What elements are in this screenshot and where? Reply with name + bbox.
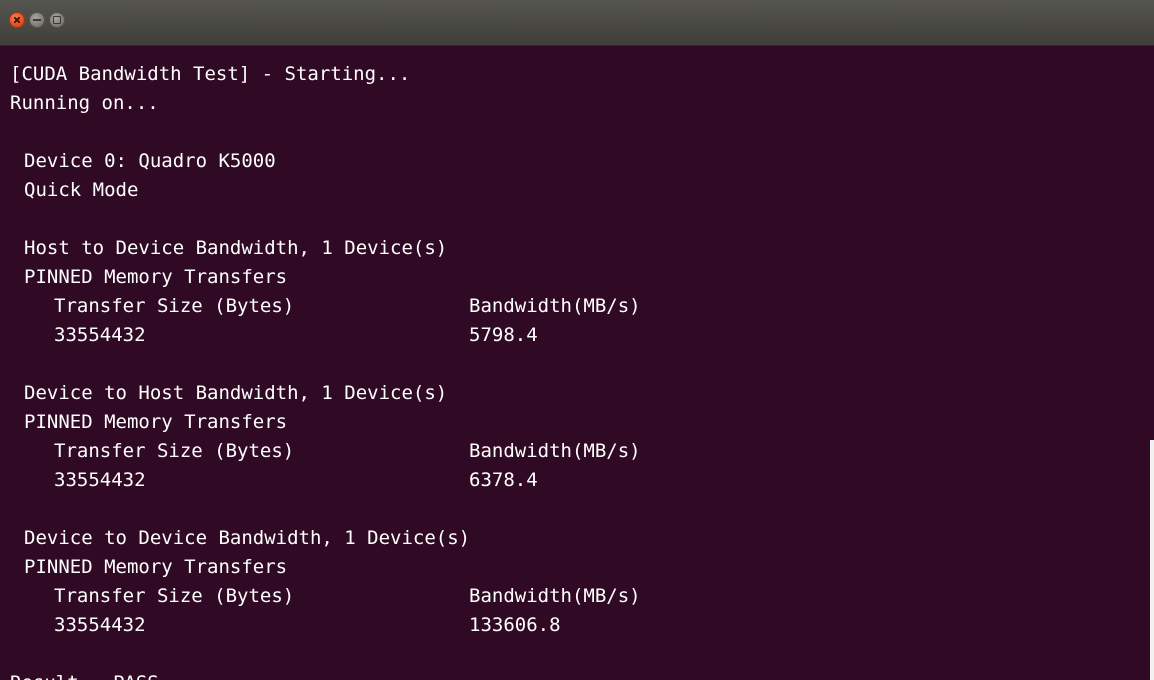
terminal-output[interactable]: [CUDA Bandwidth Test] - Starting... Runn… [0, 46, 1154, 680]
section-memory-dtod: PINNED Memory Transfers [24, 556, 288, 578]
transfer-size-value: 33554432 [54, 614, 146, 636]
bandwidth-header: Bandwidth(MB/s) [469, 295, 641, 317]
table-row: 33554432 5798.4 [10, 321, 1154, 350]
close-icon[interactable] [9, 12, 25, 28]
maximize-icon[interactable] [49, 12, 65, 28]
section-title-dtoh: Device to Host Bandwidth, 1 Device(s) [24, 382, 448, 404]
device-mode-line: Quick Mode [24, 179, 139, 201]
bandwidth-header: Bandwidth(MB/s) [469, 585, 641, 607]
section-memory-dtoh: PINNED Memory Transfers [24, 411, 288, 433]
table-header-row: Transfer Size (Bytes) Bandwidth(MB/s) [10, 292, 1154, 321]
transfer-size-value: 33554432 [54, 469, 146, 491]
table-row: 33554432 6378.4 [10, 466, 1154, 495]
window-titlebar[interactable] [0, 0, 1154, 46]
bandwidth-value: 133606.8 [469, 614, 561, 636]
device-name-line: Device 0: Quadro K5000 [24, 150, 276, 172]
section-title-htod: Host to Device Bandwidth, 1 Device(s) [24, 237, 448, 259]
transfer-size-header: Transfer Size (Bytes) [54, 295, 295, 317]
result-line: Result = PASS [10, 669, 1154, 680]
transfer-size-value: 33554432 [54, 324, 146, 346]
transfer-size-header: Transfer Size (Bytes) [54, 585, 295, 607]
minimize-icon[interactable] [29, 12, 45, 28]
table-header-row: Transfer Size (Bytes) Bandwidth(MB/s) [10, 582, 1154, 611]
bandwidth-value: 6378.4 [469, 469, 538, 491]
table-row: 33554432 133606.8 [10, 611, 1154, 640]
terminal-window: [CUDA Bandwidth Test] - Starting... Runn… [0, 0, 1154, 680]
header-starting-line: [CUDA Bandwidth Test] - Starting... [10, 63, 411, 85]
scrollbar[interactable] [1150, 440, 1154, 680]
header-running-line: Running on... [10, 92, 159, 114]
section-memory-htod: PINNED Memory Transfers [24, 266, 288, 288]
bandwidth-header: Bandwidth(MB/s) [469, 440, 641, 462]
section-title-dtod: Device to Device Bandwidth, 1 Device(s) [24, 527, 471, 549]
table-header-row: Transfer Size (Bytes) Bandwidth(MB/s) [10, 437, 1154, 466]
transfer-size-header: Transfer Size (Bytes) [54, 440, 295, 462]
bandwidth-value: 5798.4 [469, 324, 538, 346]
